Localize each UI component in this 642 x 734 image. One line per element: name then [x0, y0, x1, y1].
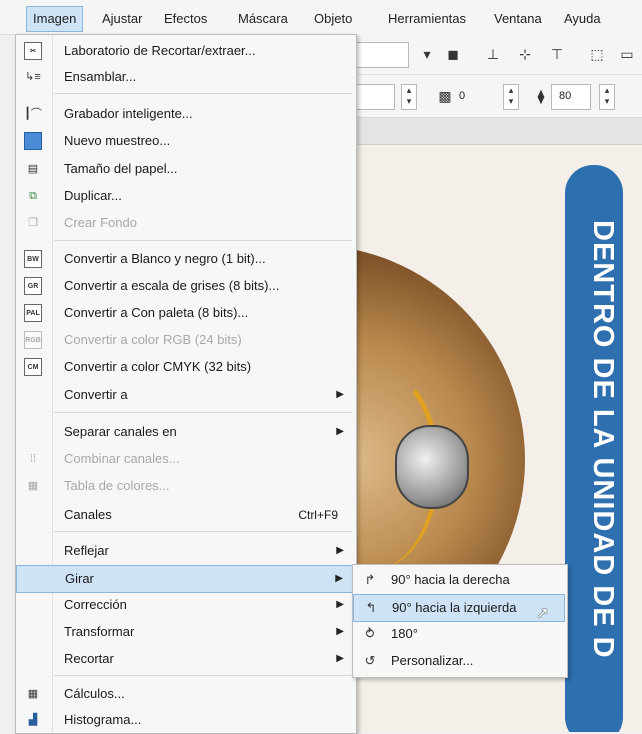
mouse-pointer-icon: ➚ [536, 605, 550, 622]
menu-item-girar[interactable]: Girar ▶ [16, 565, 354, 593]
opacity-icon: ⧫ [537, 88, 545, 104]
menu-item-transformar[interactable]: Transformar ▶ [16, 619, 354, 645]
menu-item-histograma[interactable]: ▟ Histograma... [16, 707, 354, 733]
stitch-icon: ↳≡ [25, 71, 41, 83]
menu-item-recortar[interactable]: Recortar ▶ [16, 646, 354, 672]
submenu-item-personalizar[interactable]: ↺ Personalizar... [353, 648, 565, 674]
align-center-icon[interactable]: ⊹ [515, 44, 535, 64]
create-background-icon: ❐ [28, 217, 38, 229]
document-tab-strip [355, 118, 642, 145]
menu-bar: Imagen Ajustar Efectos Máscara Objeto He… [0, 0, 642, 35]
frame-icon[interactable]: ⬚ [587, 44, 607, 64]
submenu-arrow-icon: ▶ [335, 573, 343, 584]
menu-divider [54, 531, 352, 532]
menu-ayuda[interactable]: Ayuda [558, 8, 607, 30]
grayscale-icon: GR [24, 277, 42, 295]
menu-item-grabador[interactable]: ┃⌒ Grabador inteligente... [16, 101, 354, 127]
menu-item-ensamblar[interactable]: ↳≡ Ensamblar... [16, 64, 354, 90]
submenu-item-90-derecha[interactable]: ↱ 90° hacia la derecha [353, 567, 565, 593]
menu-ajustar[interactable]: Ajustar [96, 8, 148, 30]
menu-item-blanco-negro[interactable]: BW Convertir a Blanco y negro (1 bit)... [16, 246, 354, 272]
cmyk-icon: CM [24, 358, 42, 376]
bw-icon: BW [24, 250, 42, 268]
submenu-arrow-icon: ▶ [336, 389, 344, 400]
color-table-icon: ▦ [27, 480, 39, 492]
menu-herramientas[interactable]: Herramientas [382, 8, 472, 30]
spinner-a[interactable]: ▴ ▾ [401, 84, 417, 110]
menu-item-nuevo-muestreo[interactable]: Nuevo muestreo... [16, 128, 354, 154]
menu-divider [54, 675, 352, 676]
menu-item-tabla-colores: ▦ Tabla de colores... [16, 473, 354, 499]
menu-item-laboratorio[interactable]: ✂ Laboratorio de Recortar/extraer... [16, 38, 354, 64]
imagen-menu: ✂ Laboratorio de Recortar/extraer... ↳≡ … [15, 34, 357, 734]
menu-item-convertir-a[interactable]: Convertir a ▶ [16, 382, 354, 408]
submenu-arrow-icon: ▶ [336, 599, 344, 610]
resample-icon [24, 132, 42, 150]
calculations-icon: ▦ [27, 688, 39, 700]
toolbar-top: ▾ ◼ ⊥ ⊹ ⊤ ⬚ ▭ [355, 34, 642, 75]
banner-text: DENTRO DE LA UNIDAD DE D [587, 220, 619, 659]
submenu-item-90-izquierda[interactable]: ↰ 90° hacia la izquierda [353, 594, 565, 622]
paletted-icon: PAL [24, 304, 42, 322]
frame-alt-icon[interactable]: ▭ [617, 44, 637, 64]
fit-icon[interactable]: ◼ [443, 44, 463, 64]
menu-item-con-paleta[interactable]: PAL Convertir a Con paleta (8 bits)... [16, 300, 354, 326]
menu-item-escala-grises[interactable]: GR Convertir a escala de grises (8 bits)… [16, 273, 354, 299]
value-a[interactable]: 0 [459, 90, 465, 102]
menu-divider [54, 93, 352, 94]
paper-size-icon: ▤ [27, 163, 39, 175]
smart-carver-icon: ┃⌒ [24, 108, 42, 120]
disc-hub [395, 425, 469, 509]
rotate-custom-icon: ↺ [364, 653, 376, 668]
menu-item-calculos[interactable]: ▦ Cálculos... [16, 681, 354, 707]
rgb-icon: RGB [24, 331, 42, 349]
rotate-180-icon: ⥁ [365, 626, 375, 641]
submenu-arrow-icon: ▶ [336, 626, 344, 637]
submenu-arrow-icon: ▶ [336, 545, 344, 556]
checker-icon[interactable]: ▩ [435, 86, 455, 106]
menu-item-correccion[interactable]: Corrección ▶ [16, 592, 354, 618]
submenu-item-180[interactable]: ⥁ 180° [353, 621, 565, 647]
menu-divider [54, 412, 352, 413]
toolbar-options: ▴ ▾ ▩ 0 ▴ ▾ ⧫ 80 ▴ ▾ [355, 75, 642, 118]
menu-item-reflejar[interactable]: Reflejar ▶ [16, 538, 354, 564]
toolbar-dropdown[interactable] [355, 42, 409, 68]
menu-mascara[interactable]: Máscara [232, 8, 294, 30]
menu-objeto[interactable]: Objeto [308, 8, 358, 30]
menu-item-canales[interactable]: Canales Ctrl+F9 [16, 502, 354, 528]
submenu-arrow-icon: ▶ [336, 653, 344, 664]
duplicate-icon: ⧉ [29, 190, 37, 202]
shortcut-canales: Ctrl+F9 [298, 508, 338, 522]
menu-efectos[interactable]: Efectos [158, 8, 213, 30]
spinner-b[interactable]: ▴ ▾ [503, 84, 519, 110]
menu-ventana[interactable]: Ventana [488, 8, 548, 30]
spinner-c[interactable]: ▴ ▾ [599, 84, 615, 110]
menu-item-tamano-papel[interactable]: ▤ Tamaño del papel... [16, 156, 354, 182]
value-b[interactable]: 80 [559, 90, 571, 102]
menu-item-duplicar[interactable]: ⧉ Duplicar... [16, 183, 354, 209]
combine-channels-icon: ⁞⁞ [29, 453, 37, 465]
menu-divider [54, 240, 352, 241]
rotate-left-icon: ↰ [365, 600, 377, 615]
menu-item-rgb: RGB Convertir a color RGB (24 bits) [24, 331, 242, 349]
rotate-right-icon: ↱ [364, 572, 376, 587]
menu-item-crear-fondo: ❐ Crear Fondo [16, 210, 354, 236]
menu-item-combinar-canales: ⁞⁞ Combinar canales... [16, 446, 354, 472]
submenu-arrow-icon: ▶ [336, 426, 344, 437]
cut-lab-icon: ✂ [24, 42, 42, 60]
chevron-down-icon[interactable]: ▾ [417, 44, 437, 64]
align-top-icon[interactable]: ⊤ [547, 44, 567, 64]
histogram-icon: ▟ [28, 714, 38, 726]
menu-imagen[interactable]: Imagen [26, 6, 84, 32]
menu-item-separar-canales[interactable]: Separar canales en ▶ [16, 419, 354, 445]
menu-item-cmyk[interactable]: CM Convertir a color CMYK (32 bits) [16, 354, 354, 380]
align-bottom-icon[interactable]: ⊥ [483, 44, 503, 64]
option-field[interactable] [355, 84, 395, 110]
